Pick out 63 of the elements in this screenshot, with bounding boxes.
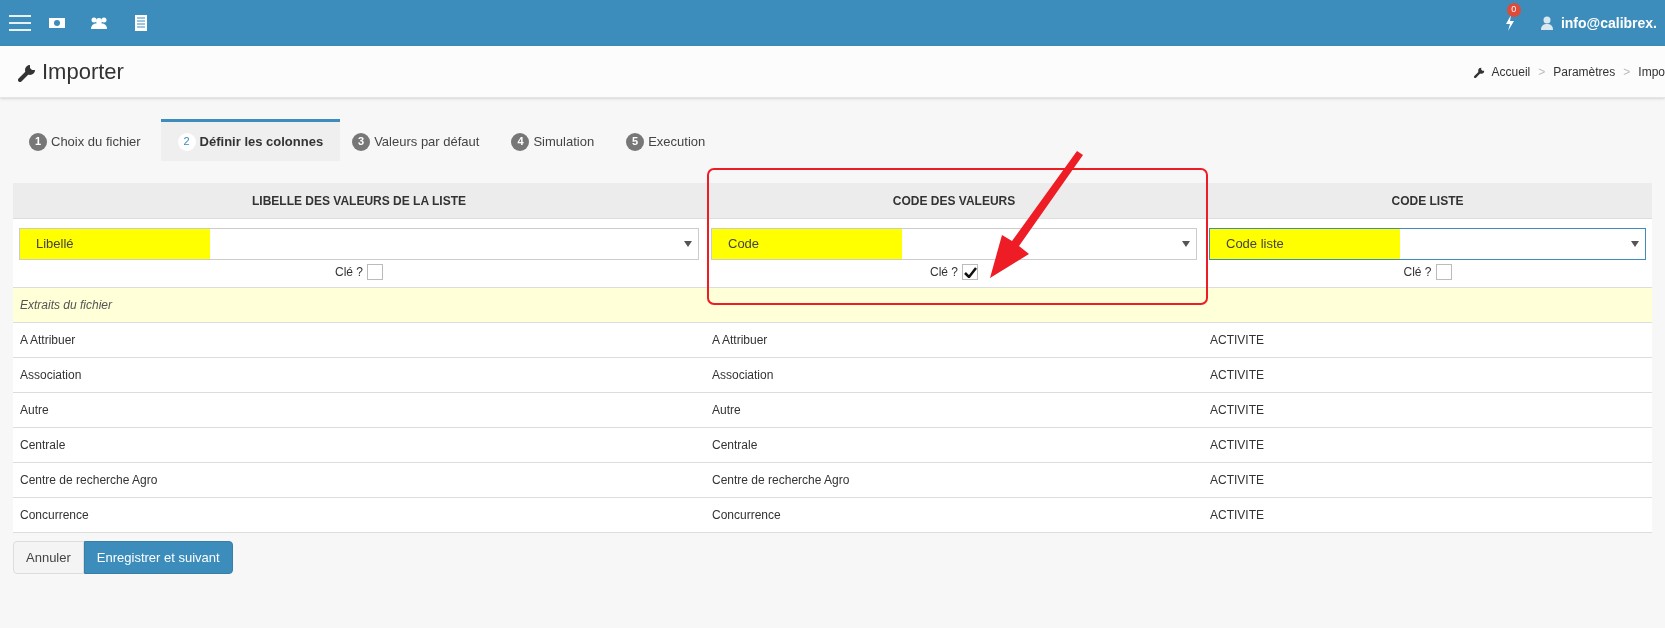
caret-icon <box>1182 241 1190 247</box>
tab-label: Simulation <box>533 132 595 151</box>
tab-label: Choix du fichier <box>51 132 141 151</box>
user-email[interactable]: info@calibrex. <box>1560 12 1657 34</box>
step-number: 4 <box>511 132 530 151</box>
breadcrumb-link[interactable]: Accueil <box>1491 62 1531 81</box>
key-label: Clé ? <box>930 264 958 281</box>
user-icon <box>1540 16 1553 30</box>
table-cell: Centrale <box>712 438 758 452</box>
step-number: 2 <box>177 132 196 151</box>
key-label: Clé ? <box>1403 264 1432 281</box>
tab[interactable]: 1 Choix du fichier <box>17 119 153 161</box>
caret-icon <box>684 241 692 247</box>
column-header: CODE DES VALEURS <box>892 193 1016 208</box>
tab[interactable]: 3 Valeurs par défaut <box>340 119 492 161</box>
save-next-button[interactable]: Enregistrer et suivant <box>83 541 233 574</box>
notification-badge: 0 <box>1506 3 1521 17</box>
caret-icon <box>1631 241 1639 247</box>
step-number: 5 <box>626 132 645 151</box>
table-cell: Concurrence <box>20 508 89 522</box>
table-cell: ACTIVITE <box>1210 403 1264 417</box>
breadcrumb-separator: > <box>1623 63 1631 81</box>
table-cell: Association <box>712 368 774 382</box>
table-cell: A Attribuer <box>20 333 76 347</box>
table-cell: Autre <box>712 403 741 417</box>
key-checkbox[interactable] <box>962 264 978 280</box>
key-checkbox[interactable] <box>367 264 383 280</box>
tab[interactable]: 4 Simulation <box>499 119 607 161</box>
tab-label: Définir les colonnes <box>199 132 324 151</box>
cancel-button[interactable]: Annuler <box>13 541 84 574</box>
extracts-label: Extraits du fichier <box>20 297 113 314</box>
table-cell: ACTIVITE <box>1210 438 1264 452</box>
table-cell: Centre de recherche Agro <box>712 473 850 487</box>
tab-label: Valeurs par défaut <box>374 132 480 151</box>
key-checkbox[interactable] <box>1435 264 1452 280</box>
key-label: Clé ? <box>335 264 363 281</box>
wrench-icon <box>1473 65 1486 78</box>
column-select[interactable]: Libellé <box>19 228 699 260</box>
tab-label: Execution <box>648 132 706 151</box>
menu-icon[interactable] <box>8 14 32 32</box>
breadcrumb-link[interactable]: Impo <box>1638 62 1665 81</box>
tab[interactable]: 2 Définir les colonnes <box>160 119 341 161</box>
table-cell: A Attribuer <box>712 333 768 347</box>
breadcrumb-separator: > <box>1538 63 1546 81</box>
page-title: Importer <box>42 58 124 86</box>
table-cell: Association <box>20 368 82 382</box>
table-cell: Autre <box>20 403 49 417</box>
table-cell: ACTIVITE <box>1210 368 1264 382</box>
step-number: 3 <box>352 132 371 151</box>
tab[interactable]: 5 Execution <box>614 119 718 161</box>
column-select[interactable]: Code liste <box>1209 228 1646 260</box>
table-cell: Centrale <box>20 438 66 452</box>
step-number: 1 <box>29 132 47 151</box>
table-cell: ACTIVITE <box>1210 508 1264 522</box>
table-cell: Centre de recherche Agro <box>20 473 158 487</box>
table-cell: Concurrence <box>712 508 781 522</box>
column-header: LIBELLE DES VALEURS DE LA LISTE <box>252 193 466 208</box>
table-cell: ACTIVITE <box>1210 333 1264 347</box>
breadcrumb-link[interactable]: Paramètres <box>1553 62 1616 81</box>
column-select[interactable]: Code <box>711 228 1197 260</box>
lightning-icon[interactable] <box>1504 15 1515 31</box>
table-cell: ACTIVITE <box>1210 473 1264 487</box>
column-header: CODE LISTE <box>1391 193 1464 208</box>
